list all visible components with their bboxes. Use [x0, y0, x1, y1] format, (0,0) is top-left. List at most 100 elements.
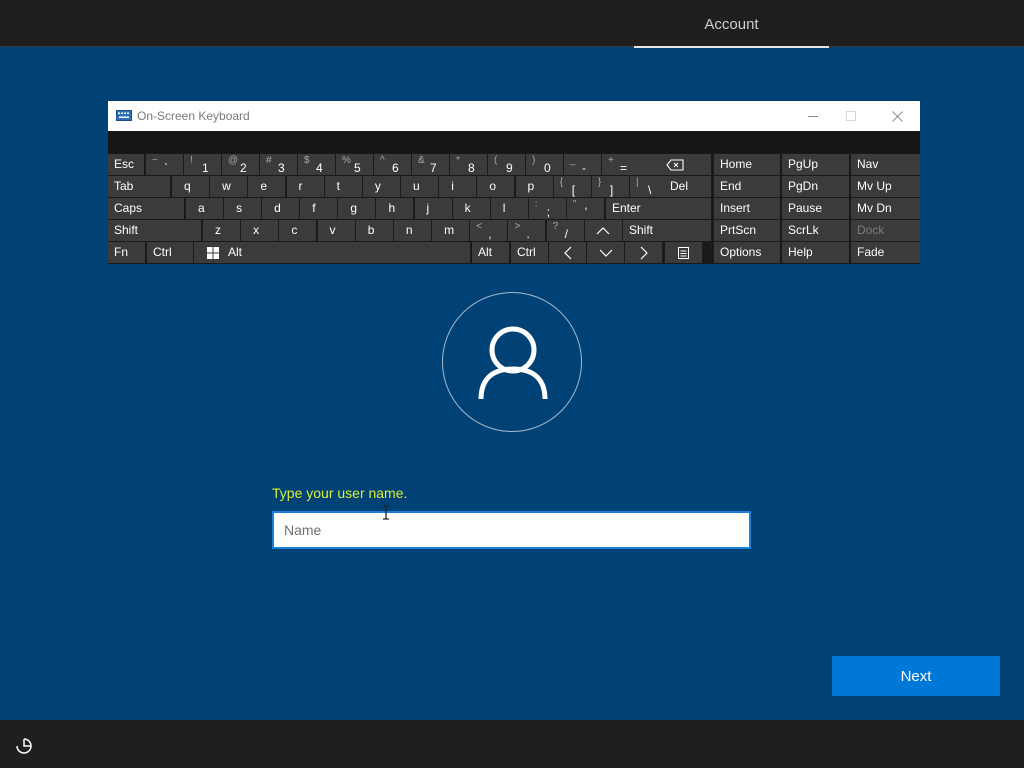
- key-label: Home: [720, 157, 753, 171]
- key-label: Fade: [857, 245, 885, 259]
- key-symbol-10[interactable]: ? /: [546, 220, 584, 241]
- key-symbol-9[interactable]: >.: [508, 220, 546, 241]
- key-shift-label: ): [532, 155, 536, 166]
- key-q[interactable]: q: [172, 176, 209, 197]
- key-pgup[interactable]: PgUp: [782, 154, 849, 175]
- key-e[interactable]: e: [248, 176, 286, 197]
- key-w[interactable]: w: [210, 176, 248, 197]
- key-fade[interactable]: Fade: [851, 242, 920, 263]
- key-symbol-11[interactable]: " ': [566, 198, 604, 219]
- key-shift-label: !: [190, 155, 193, 166]
- key-shift-label: @: [228, 155, 239, 166]
- key-i[interactable]: i: [439, 176, 477, 197]
- key-t[interactable]: t: [324, 176, 362, 197]
- key-ctrl[interactable]: Ctrl: [511, 242, 548, 263]
- key-symbol-1[interactable]: ~ `: [146, 154, 183, 175]
- key-shift[interactable]: Shift: [108, 220, 201, 241]
- key-m[interactable]: m: [432, 220, 470, 241]
- key-u[interactable]: u: [401, 176, 439, 197]
- key-home[interactable]: Home: [714, 154, 780, 175]
- key-symbol-13[interactable]: | \: [630, 176, 668, 197]
- key-symbol-12[interactable]: _ -: [564, 154, 601, 175]
- key-1-2[interactable]: ! 1: [184, 154, 221, 175]
- key-insert[interactable]: Insert: [714, 198, 780, 219]
- key-mv-dn[interactable]: Mv Dn: [851, 198, 920, 219]
- tab-account[interactable]: Account: [634, 0, 829, 48]
- key-symbol-13[interactable]: + =: [602, 154, 639, 175]
- key-fn[interactable]: Fn: [108, 242, 145, 263]
- key-end[interactable]: End: [714, 176, 780, 197]
- key-0-11[interactable]: ) 0: [526, 154, 563, 175]
- key-8-9[interactable]: * 8: [450, 154, 487, 175]
- key-j[interactable]: j: [414, 198, 452, 219]
- key-z[interactable]: z: [203, 220, 240, 241]
- next-button[interactable]: Next: [832, 656, 1000, 696]
- key-arrow-left[interactable]: [549, 242, 586, 263]
- key-k[interactable]: k: [452, 198, 490, 219]
- key-x[interactable]: x: [241, 220, 279, 241]
- key-v[interactable]: v: [317, 220, 355, 241]
- close-button[interactable]: [874, 101, 920, 131]
- key-del[interactable]: Del: [664, 176, 711, 197]
- key-enter[interactable]: Enter: [606, 198, 711, 219]
- key-pgdn[interactable]: PgDn: [782, 176, 849, 197]
- key-shift-label: |: [636, 177, 639, 188]
- key-l[interactable]: l: [490, 198, 528, 219]
- key-label: [: [571, 183, 576, 197]
- key-label: Help: [788, 245, 813, 259]
- key-ctrl[interactable]: Ctrl: [147, 242, 193, 263]
- key-prtscn[interactable]: PrtScn: [714, 220, 780, 241]
- key-backspace[interactable]: [638, 154, 711, 175]
- key-help[interactable]: Help: [782, 242, 849, 263]
- key-shift-label: _: [570, 155, 576, 166]
- key-options[interactable]: Options: [714, 242, 780, 263]
- key-3-4[interactable]: #3: [260, 154, 297, 175]
- key-caps[interactable]: Caps: [108, 198, 184, 219]
- key-c[interactable]: c: [279, 220, 317, 241]
- key-r[interactable]: r: [286, 176, 324, 197]
- key-shift[interactable]: Shift: [623, 220, 711, 241]
- key-tab[interactable]: Tab: [108, 176, 170, 197]
- key-a[interactable]: a: [186, 198, 223, 219]
- key-alt[interactable]: Alt: [472, 242, 509, 263]
- key-5-6[interactable]: % 5: [336, 154, 373, 175]
- key-7-8[interactable]: & 7: [412, 154, 449, 175]
- key-symbol-11[interactable]: {[: [553, 176, 591, 197]
- key-symbol-8[interactable]: <,: [470, 220, 508, 241]
- key-b[interactable]: b: [355, 220, 393, 241]
- key-scrlk[interactable]: ScrLk: [782, 220, 849, 241]
- key-space[interactable]: [261, 242, 470, 263]
- key-6-7[interactable]: ^ 6: [374, 154, 411, 175]
- key-2-3[interactable]: @2: [222, 154, 259, 175]
- ease-of-access-icon[interactable]: [14, 736, 34, 756]
- key-o[interactable]: o: [477, 176, 515, 197]
- key-n[interactable]: n: [393, 220, 431, 241]
- key-label: h: [388, 201, 396, 215]
- key-symbol-12[interactable]: }]: [591, 176, 629, 197]
- key-p[interactable]: p: [515, 176, 553, 197]
- key-f[interactable]: f: [300, 198, 338, 219]
- key-4-5[interactable]: $4: [298, 154, 335, 175]
- key-label: Pause: [788, 201, 823, 215]
- key-mv-up[interactable]: Mv Up: [851, 176, 920, 197]
- key-label: Alt: [228, 245, 243, 259]
- keyboard-icon: [116, 110, 132, 121]
- key-pause[interactable]: Pause: [782, 198, 849, 219]
- key-symbol-10[interactable]: :;: [528, 198, 566, 219]
- key-label: c: [291, 223, 298, 237]
- key-esc[interactable]: Esc: [108, 154, 144, 175]
- key-9-10[interactable]: (9: [488, 154, 525, 175]
- key-arrow-up[interactable]: [584, 220, 622, 241]
- username-input[interactable]: [272, 511, 751, 549]
- key-y[interactable]: y: [362, 176, 400, 197]
- maximize-button[interactable]: [828, 101, 874, 131]
- key-arrow-down[interactable]: [587, 242, 624, 263]
- key-g[interactable]: g: [338, 198, 376, 219]
- key-d[interactable]: d: [262, 198, 300, 219]
- key-s[interactable]: s: [224, 198, 262, 219]
- key-arrow-right[interactable]: [625, 242, 662, 263]
- key-nav[interactable]: Nav: [851, 154, 920, 175]
- osk-titlebar[interactable]: On-Screen Keyboard: [108, 101, 920, 131]
- key-menu[interactable]: [665, 242, 702, 263]
- key-h[interactable]: h: [376, 198, 414, 219]
